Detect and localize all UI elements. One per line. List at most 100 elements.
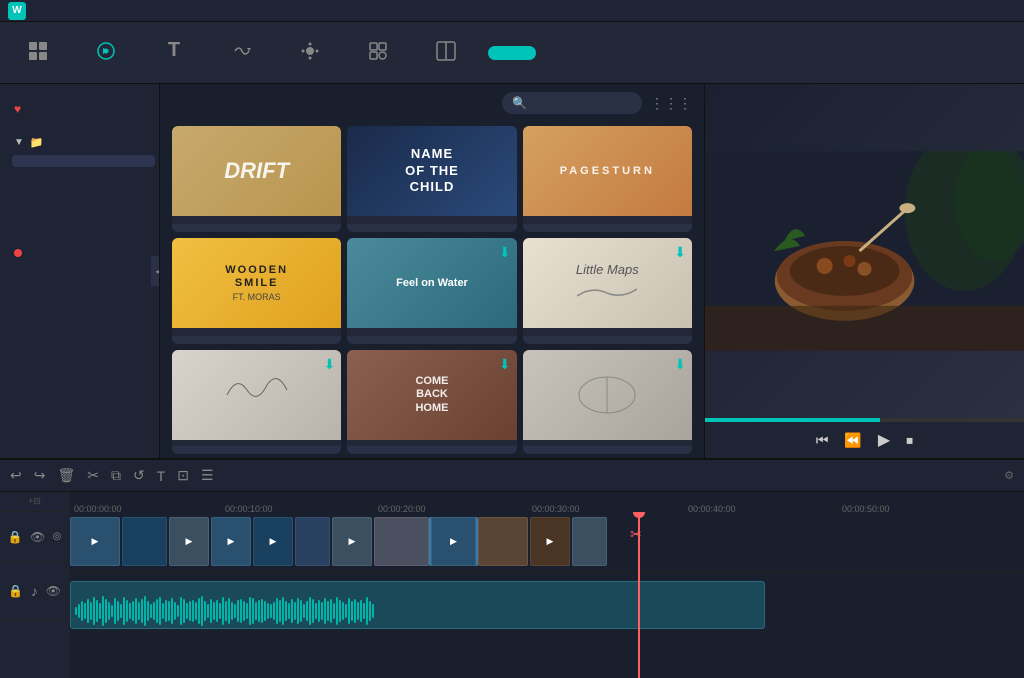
sidebar: ♥ ▼ 📁: [0, 84, 160, 458]
audio-icon: [94, 39, 118, 63]
zoom-button[interactable]: ⊡: [177, 467, 189, 484]
audio-track-lock-icon[interactable]: 🔒: [8, 584, 23, 598]
waveform: // Generate waveform bars inline const b…: [71, 591, 378, 629]
export-button[interactable]: [488, 46, 536, 60]
sidebar-item-tender[interactable]: [8, 167, 159, 179]
text-button[interactable]: T: [157, 468, 166, 484]
stop-button[interactable]: ⏹: [906, 432, 913, 449]
toolbar: T: [0, 22, 1024, 84]
drift-thumbnail: DRIFT: [172, 126, 341, 216]
media-card-comeback[interactable]: ⬇ COMEBACKHOME: [347, 350, 516, 454]
sidebar-favorite-section: ♥: [0, 92, 159, 126]
sidebar-included-section: ▼ 📁: [0, 126, 159, 243]
preview-panel: ⏮ ⏪ ▶ ⏹: [704, 84, 1024, 458]
heart-icon: ♥: [14, 102, 21, 116]
filmstock-dot: [14, 249, 22, 257]
splitscreen-icon: [434, 39, 458, 63]
toolbar-effects[interactable]: [288, 39, 332, 67]
feet-download-icon: ⬇: [499, 244, 511, 261]
video-clip-12[interactable]: [572, 517, 607, 566]
sketch1-label: [172, 440, 341, 446]
media-card-sketch1[interactable]: ⬇: [172, 350, 341, 454]
step-back-button[interactable]: ⏪: [844, 432, 861, 449]
sidebar-item-electronic[interactable]: [8, 203, 159, 215]
media-card-name-child[interactable]: Nameof thechild: [347, 126, 516, 232]
elements-icon: [366, 39, 390, 63]
sidebar-filmstock[interactable]: [0, 243, 159, 263]
timeline-settings-icon[interactable]: ⚙: [1004, 469, 1014, 482]
video-clip-11[interactable]: ▶: [530, 517, 570, 566]
toolbar-titles[interactable]: T: [152, 39, 196, 67]
grid-view-toggle[interactable]: ⋮⋮⋮: [650, 95, 692, 112]
toolbar-audio[interactable]: [84, 39, 128, 67]
audio-track-mute-icon[interactable]: ♪: [31, 583, 38, 599]
search-icon: 🔍: [512, 96, 527, 110]
category-list: [0, 155, 159, 239]
undo-button[interactable]: ↩: [10, 467, 22, 484]
toolbar-splitscreen[interactable]: [424, 39, 468, 67]
search-box[interactable]: 🔍: [502, 92, 642, 114]
toolbar-transition[interactable]: [220, 39, 264, 67]
timeline-ruler-row: +⊟ 00:00:00:00 00:00:10:00 00:00:20:00 0…: [0, 492, 1024, 512]
video-clip-4[interactable]: ▶: [211, 517, 251, 566]
sidebar-favorite[interactable]: ♥: [0, 96, 159, 122]
track-magnet-icon[interactable]: ◎: [53, 531, 62, 542]
audio-clip-drift[interactable]: // Generate waveform bars inline const b…: [70, 581, 765, 629]
sidebar-item-folk[interactable]: [8, 191, 159, 203]
redo-button[interactable]: ↪: [34, 467, 46, 484]
sidebar-item-rock[interactable]: [8, 179, 159, 191]
video-clip-9[interactable]: ▶: [431, 517, 476, 566]
track-icon-add[interactable]: +⊟: [28, 496, 41, 507]
timeline-tracks: ▶ ▶ ▶ ▶ ▶ ▶ ▶: [70, 512, 1024, 678]
feet-label: [347, 328, 516, 336]
media-card-drift[interactable]: DRIFT: [172, 126, 341, 232]
preview-video: [705, 84, 1024, 418]
video-clip-5[interactable]: ▶: [253, 517, 293, 566]
video-clip-2[interactable]: [122, 517, 167, 566]
media-card-feet[interactable]: ⬇ Feel on Water: [347, 238, 516, 344]
track-eye-icon[interactable]: 👁: [30, 530, 45, 544]
sidebar-included-folder[interactable]: ▼ 📁: [0, 130, 159, 155]
media-icon: [26, 39, 50, 63]
settings-button[interactable]: ☰: [201, 467, 214, 484]
little-label: [523, 328, 692, 336]
media-card-little[interactable]: ⬇ Little Maps: [523, 238, 692, 344]
video-clip-3[interactable]: ▶: [169, 517, 209, 566]
video-clip-10[interactable]: [478, 517, 528, 566]
comeback-thumbnail: ⬇ COMEBACKHOME: [347, 350, 516, 440]
track-lock-icon[interactable]: 🔒: [8, 530, 23, 544]
search-input[interactable]: [533, 97, 633, 109]
crop-button[interactable]: ↺: [133, 467, 145, 484]
audio-track-eye-icon[interactable]: 👁: [46, 584, 61, 598]
sidebar-item-sound-effect[interactable]: [8, 215, 159, 227]
cut-button[interactable]: ✂: [87, 467, 99, 484]
video-clip-8[interactable]: [374, 517, 429, 566]
preview-progress-bar[interactable]: [705, 418, 1024, 422]
video-track: ▶ ▶ ▶ ▶ ▶ ▶ ▶: [70, 512, 1024, 572]
video-clip-7[interactable]: ▶: [332, 517, 372, 566]
media-card-wooden[interactable]: WOODENSMILE FT. MORAS: [172, 238, 341, 344]
copy-button[interactable]: ⧉: [111, 467, 121, 484]
toolbar-media[interactable]: [16, 39, 60, 67]
video-track-controls: 🔒 👁 ◎: [0, 512, 69, 562]
name-child-label: [347, 216, 516, 224]
sidebar-item-young-bright[interactable]: [12, 155, 155, 167]
skip-back-button[interactable]: ⏮: [816, 432, 829, 449]
video-clip-1[interactable]: ▶: [70, 517, 120, 566]
media-card-pages[interactable]: PAGESTURN: [523, 126, 692, 232]
app-logo-icon: W: [8, 2, 26, 20]
collapse-sidebar-button[interactable]: ◀: [151, 256, 160, 286]
play-button[interactable]: ▶: [878, 430, 890, 450]
little-thumbnail: ⬇ Little Maps: [523, 238, 692, 328]
delete-button[interactable]: 🗑: [57, 467, 75, 484]
sidebar-item-my-music[interactable]: [8, 227, 159, 239]
video-clip-6[interactable]: [295, 517, 330, 566]
playhead[interactable]: ✂: [638, 512, 640, 678]
pages-thumbnail: PAGESTURN: [523, 126, 692, 216]
media-card-sketch2[interactable]: ⬇: [523, 350, 692, 454]
little-download-icon: ⬇: [674, 244, 686, 261]
toolbar-elements[interactable]: [356, 39, 400, 67]
scissors-icon: ✂: [630, 526, 642, 543]
timeline-corner: +⊟: [0, 492, 70, 511]
timeline-toolbar: ↩ ↪ 🗑 ✂ ⧉ ↺ T ⊡ ☰ ⚙: [0, 460, 1024, 492]
